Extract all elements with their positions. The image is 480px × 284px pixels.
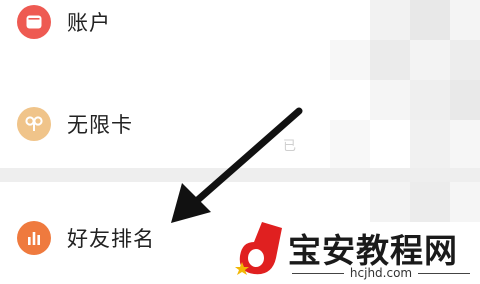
watermark-url: hcjhd.com — [349, 266, 413, 280]
watermark: 宝安教程网 hcjhd.com — [228, 214, 480, 284]
settings-screen: 已 账户 无限卡 好友排名 宝安教程网 hcjhd.com — [0, 0, 480, 284]
divider-line — [292, 272, 344, 274]
watermark-logo-icon — [232, 220, 284, 278]
watermark-url-row: hcjhd.com — [292, 266, 471, 280]
divider-line — [418, 272, 471, 274]
watermark-title: 宝安教程网 — [288, 231, 458, 270]
